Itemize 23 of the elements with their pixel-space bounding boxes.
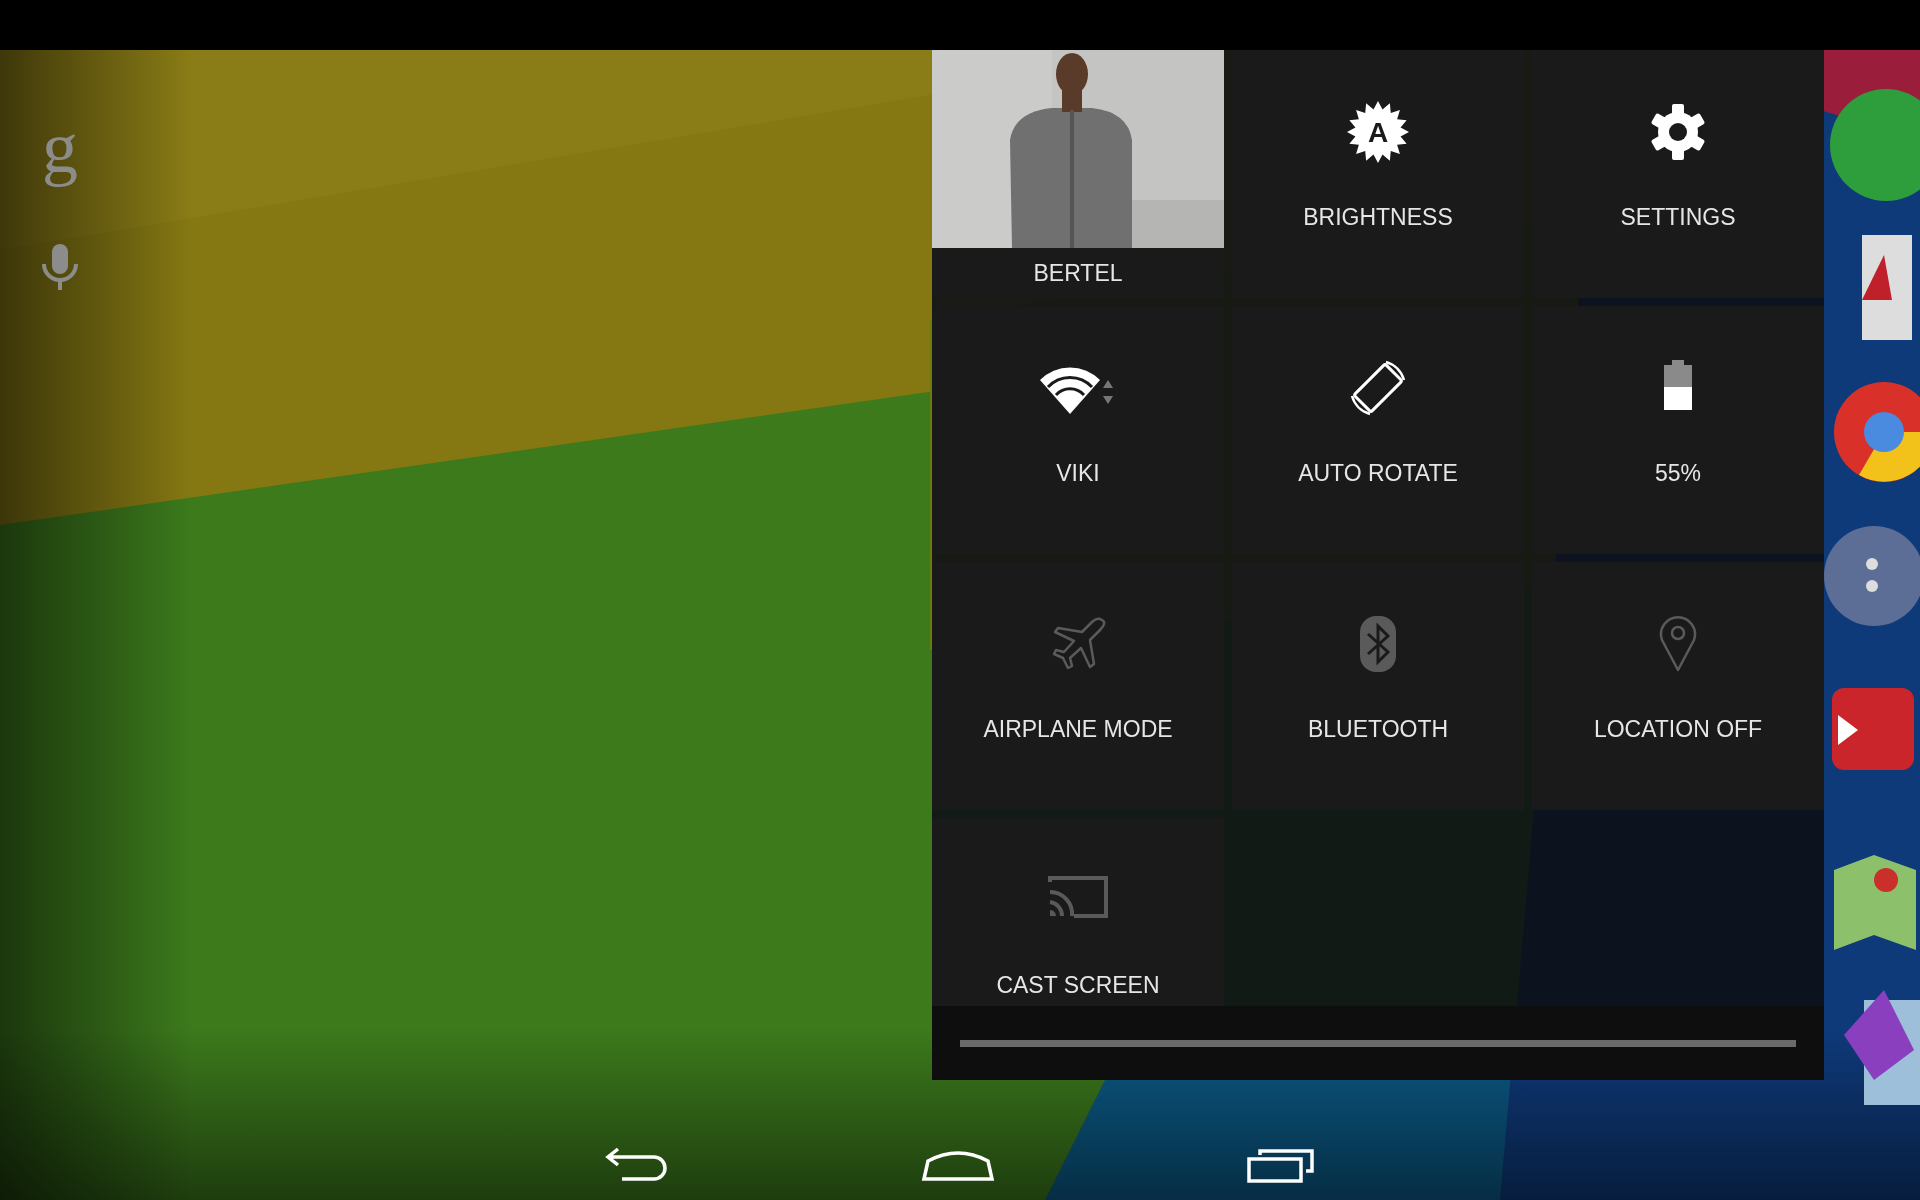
tile-label: 55%	[1654, 460, 1701, 487]
tile-label: SETTINGS	[1620, 204, 1736, 231]
drag-handle[interactable]	[960, 1039, 1796, 1047]
tile-label: VIKI	[1056, 460, 1100, 487]
tile-label: BRIGHTNESS	[1303, 204, 1453, 231]
microphone-icon[interactable]	[42, 244, 78, 290]
quick-setting-tile[interactable]: LOCATION OFF	[1532, 562, 1824, 810]
quick-setting-tile[interactable]: SETTINGS	[1532, 50, 1824, 298]
tile-label: BLUETOOTH	[1307, 716, 1449, 743]
brightness-icon: A	[1346, 100, 1410, 164]
quick-setting-tile[interactable]: 55%	[1532, 306, 1824, 554]
user-name: BERTEL	[1033, 260, 1123, 287]
tile-label: CAST SCREEN	[996, 972, 1160, 999]
tile-label: AUTO ROTATE	[1298, 460, 1458, 487]
quick-setting-tile[interactable]: A BRIGHTNESS	[1232, 50, 1524, 298]
quick-setting-tile[interactable]: AUTO ROTATE	[1232, 306, 1524, 554]
quick-setting-tile[interactable]: CAST SCREEN	[932, 818, 1224, 1006]
user-tile[interactable]: BERTEL	[932, 50, 1224, 298]
tile-label: AIRPLANE MODE	[983, 716, 1173, 743]
quick-setting-tile[interactable]: VIKI	[932, 306, 1224, 554]
quick-setting-tile[interactable]: AIRPLANE MODE	[932, 562, 1224, 810]
tile-label: LOCATION OFF	[1593, 716, 1763, 743]
quick-setting-tile[interactable]: BLUETOOTH	[1232, 562, 1524, 810]
